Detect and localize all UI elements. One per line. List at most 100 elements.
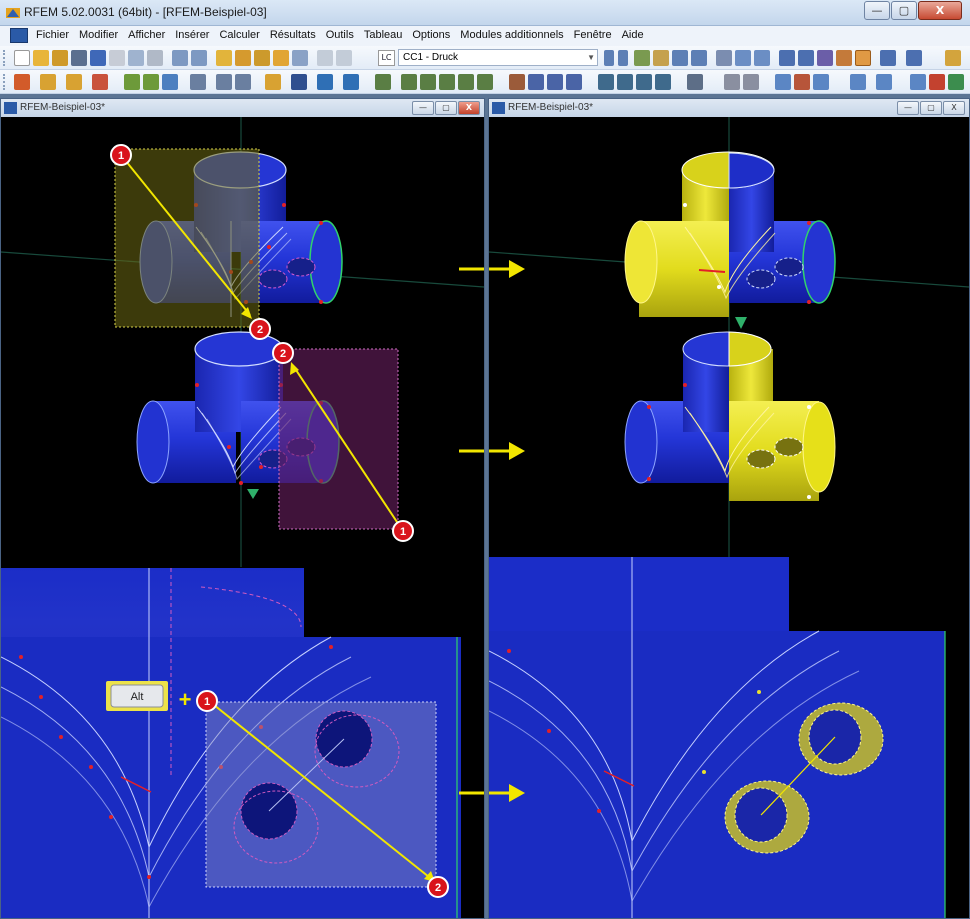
values-icon[interactable] <box>691 50 707 66</box>
toolbar-grip[interactable] <box>3 50 6 66</box>
visibility-icon[interactable] <box>655 74 671 90</box>
right-close-button[interactable]: X <box>943 101 965 115</box>
pin-icon[interactable] <box>794 74 810 90</box>
animation-icon[interactable] <box>754 50 770 66</box>
project-icon[interactable] <box>566 74 582 90</box>
wireframe-icon[interactable] <box>817 50 833 66</box>
right-viewport[interactable] <box>489 117 969 918</box>
node-point[interactable] <box>683 203 687 207</box>
menu-afficher[interactable]: Afficher <box>128 29 165 41</box>
print-icon[interactable] <box>71 50 87 66</box>
diagram-icon[interactable] <box>735 50 751 66</box>
node-point[interactable] <box>239 481 243 485</box>
undo-icon[interactable] <box>172 50 188 66</box>
model-data-icon[interactable] <box>216 50 232 66</box>
menu-fenetre[interactable]: Fenêtre <box>574 29 612 41</box>
menu-tableau[interactable]: Tableau <box>364 29 403 41</box>
minimize-button[interactable]: — <box>864 1 890 20</box>
snap-icon[interactable] <box>798 50 814 66</box>
menu-modifier[interactable]: Modifier <box>79 29 118 41</box>
node-point[interactable] <box>319 300 323 304</box>
right-minimize-button[interactable]: — <box>897 101 919 115</box>
menu-modules[interactable]: Modules additionnels <box>460 29 563 41</box>
results-icon[interactable] <box>634 50 650 66</box>
arc-icon[interactable] <box>92 74 108 90</box>
load-wizard-icon[interactable] <box>343 74 359 90</box>
node-point[interactable] <box>195 383 199 387</box>
zoom-icon[interactable] <box>880 50 896 66</box>
node-point[interactable] <box>807 221 811 225</box>
measure-icon[interactable] <box>724 74 740 90</box>
hinge-icon[interactable] <box>216 74 232 90</box>
load-member-icon[interactable] <box>291 74 307 90</box>
menu-options[interactable]: Options <box>412 29 450 41</box>
section-icon[interactable] <box>716 50 732 66</box>
settings-icon[interactable] <box>910 74 926 90</box>
window-icon[interactable] <box>292 50 308 66</box>
mirror-icon[interactable] <box>439 74 455 90</box>
import-icon[interactable] <box>850 74 866 90</box>
close-button[interactable]: X <box>918 1 962 20</box>
guide-line-icon[interactable] <box>636 74 652 90</box>
load-surface-icon[interactable] <box>317 74 333 90</box>
scale-icon[interactable] <box>458 74 474 90</box>
node-point[interactable] <box>147 875 151 879</box>
node-point[interactable] <box>757 690 761 694</box>
intersect-icon[interactable] <box>528 74 544 90</box>
redo-icon[interactable] <box>191 50 207 66</box>
left-viewport[interactable]: 1 2 2 1 1 2 Alt + <box>1 117 484 918</box>
new-icon[interactable] <box>14 50 30 66</box>
left-minimize-button[interactable]: — <box>412 101 434 115</box>
node-point[interactable] <box>807 495 811 499</box>
node-point[interactable] <box>507 649 511 653</box>
connect-icon[interactable] <box>509 74 525 90</box>
more-tools-icon[interactable] <box>945 50 961 66</box>
delete-icon[interactable] <box>929 74 945 90</box>
divide-icon[interactable] <box>477 74 493 90</box>
check-icon[interactable] <box>813 74 829 90</box>
open-icon[interactable] <box>33 50 49 66</box>
left-maximize-button[interactable]: ▢ <box>435 101 457 115</box>
member-icon[interactable] <box>124 74 140 90</box>
search-icon[interactable] <box>235 50 251 66</box>
previous-loadcase-icon[interactable] <box>604 50 614 66</box>
menu-fichier[interactable]: Fichier <box>36 29 69 41</box>
node-point[interactable] <box>717 285 721 289</box>
extrude-icon[interactable] <box>547 74 563 90</box>
node-point[interactable] <box>807 300 811 304</box>
right-maximize-button[interactable]: ▢ <box>920 101 942 115</box>
max-values-icon[interactable] <box>653 50 669 66</box>
node-point[interactable] <box>259 465 263 469</box>
menu-calculer[interactable]: Calculer <box>219 29 259 41</box>
solid-model-icon[interactable] <box>162 74 178 90</box>
left-close-button[interactable]: X <box>458 101 480 115</box>
solid-icon[interactable] <box>836 50 852 66</box>
mesh-icon[interactable] <box>775 74 791 90</box>
export-icon[interactable] <box>876 74 892 90</box>
toolbar-grip[interactable] <box>3 74 6 90</box>
node-point[interactable] <box>89 765 93 769</box>
select-icon[interactable] <box>687 74 703 90</box>
comment-icon[interactable] <box>617 74 633 90</box>
deformation-icon[interactable] <box>672 50 688 66</box>
table-icon[interactable] <box>317 50 333 66</box>
node-point[interactable] <box>227 445 231 449</box>
node-point[interactable] <box>702 770 706 774</box>
node-point[interactable] <box>597 809 601 813</box>
menu-resultats[interactable]: Résultats <box>270 29 316 41</box>
opening-icon[interactable] <box>235 74 251 90</box>
open-example-icon[interactable] <box>52 50 68 66</box>
node-point[interactable] <box>319 221 323 225</box>
document-menu-icon[interactable] <box>10 28 28 43</box>
node-point[interactable] <box>329 645 333 649</box>
load-icon[interactable] <box>273 50 289 66</box>
node-point[interactable] <box>683 383 687 387</box>
maximize-button[interactable]: ▢ <box>891 1 917 20</box>
node-point[interactable] <box>647 477 651 481</box>
node-point[interactable] <box>647 405 651 409</box>
menu-aide[interactable]: Aide <box>622 29 644 41</box>
loadcase-select[interactable]: CC1 - Druck ▼ <box>398 49 598 66</box>
support-icon[interactable] <box>190 74 206 90</box>
right-window-titlebar[interactable]: RFEM-Beispiel-03* — ▢ X <box>489 99 969 117</box>
left-window-titlebar[interactable]: RFEM-Beispiel-03* — ▢ X <box>1 99 484 117</box>
